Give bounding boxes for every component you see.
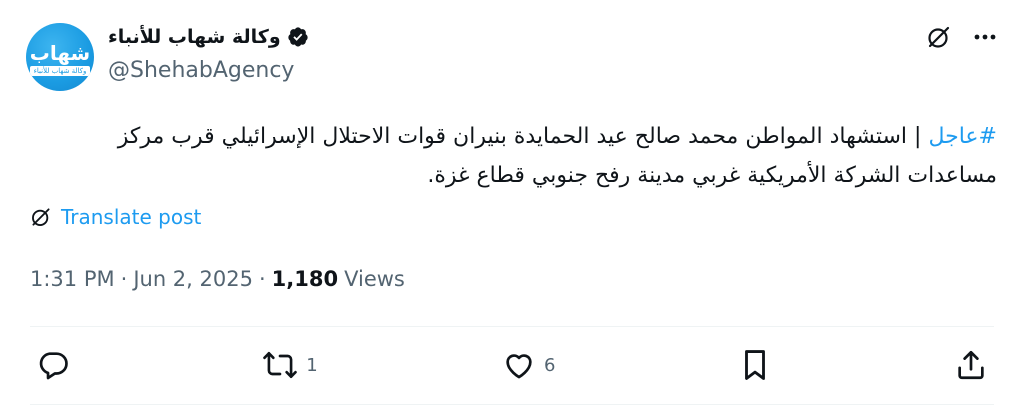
grok-translate-icon: [30, 206, 52, 228]
meta-dot: ·: [258, 267, 266, 291]
tweet-time[interactable]: 1:31 PM: [30, 267, 115, 291]
tweet-date[interactable]: Jun 2, 2025: [133, 267, 253, 291]
top-actions: [926, 24, 996, 50]
grok-icon[interactable]: [926, 24, 952, 50]
repost-icon: [262, 348, 298, 382]
more-options-icon[interactable]: [974, 34, 996, 40]
heart-icon: [502, 348, 536, 382]
verified-badge-icon[interactable]: [287, 26, 309, 48]
views-label: Views: [344, 267, 405, 291]
repost-button[interactable]: 1: [262, 348, 318, 382]
tweet-meta: 1:31 PM · Jun 2, 2025 · 1,180 Views: [30, 267, 405, 291]
tweet-body-line2: مساعدات الشركة الأمريكية غربي مدينة رفح …: [427, 163, 997, 188]
translate-link[interactable]: Translate post: [61, 205, 201, 229]
bookmark-button[interactable]: [740, 348, 770, 382]
avatar-logo: شهاب: [29, 40, 91, 65]
share-button[interactable]: [954, 348, 988, 382]
bookmark-icon: [740, 348, 770, 382]
action-bar: 1 6: [36, 348, 988, 382]
display-name[interactable]: وكالة شهاب للأنباء: [108, 26, 281, 48]
views-count: 1,180: [271, 267, 339, 291]
tweet-body-line1: استشهاد المواطن محمد صالح عيد الحمايدة ب…: [117, 124, 908, 149]
like-button[interactable]: 6: [502, 348, 555, 382]
like-count: 6: [543, 354, 556, 376]
meta-dot: ·: [120, 267, 128, 291]
repost-count: 1: [306, 354, 318, 376]
account-handle[interactable]: @ShehabAgency: [108, 58, 294, 83]
avatar-tagline: وكالة شهاب للأنباء: [29, 65, 91, 76]
separator: |: [914, 124, 922, 149]
tweet-text: #عاجل | استشهاد المواطن محمد صالح عيد ال…: [30, 117, 997, 195]
divider: [30, 404, 994, 405]
reply-icon: [36, 348, 70, 382]
author-name-row: وكالة شهاب للأنباء: [108, 26, 309, 48]
reply-button[interactable]: [36, 348, 78, 382]
divider: [30, 326, 994, 327]
share-icon: [954, 348, 988, 382]
hashtag-link[interactable]: #عاجل: [928, 124, 997, 149]
translate-post[interactable]: Translate post: [30, 205, 201, 229]
avatar[interactable]: شهاب وكالة شهاب للأنباء: [26, 23, 94, 91]
